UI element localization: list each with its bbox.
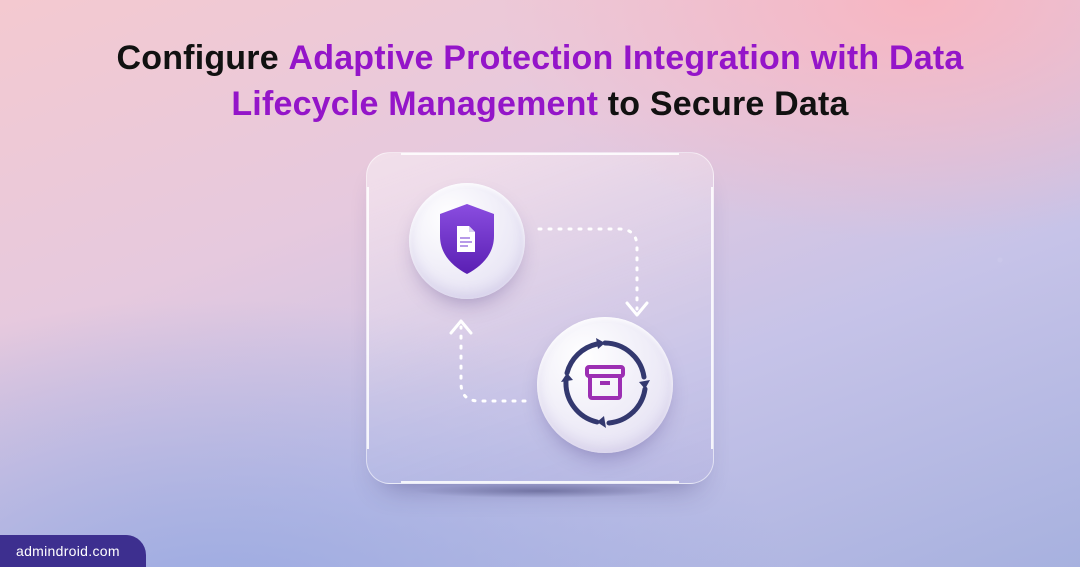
arrowhead-up-icon [451, 321, 471, 333]
flow-arrow-left-up [461, 327, 525, 401]
page-title: Configure Adaptive Protection Integratio… [90, 36, 990, 128]
lifecycle-archive-icon [553, 331, 657, 440]
title-prefix: Configure [116, 39, 288, 77]
arrowhead-down-icon [627, 303, 647, 315]
lifecycle-node [537, 317, 673, 453]
attribution-text: admindroid.com [16, 543, 120, 559]
diagram-panel-wrap [366, 152, 714, 484]
protection-node [409, 183, 525, 299]
flow-arrow-right-down [539, 229, 637, 309]
title-suffix: to Secure Data [598, 85, 849, 123]
diagram-panel [366, 152, 714, 484]
attribution-badge: admindroid.com [0, 535, 146, 567]
flow-arrows [367, 153, 715, 485]
shield-document-icon [432, 200, 502, 283]
